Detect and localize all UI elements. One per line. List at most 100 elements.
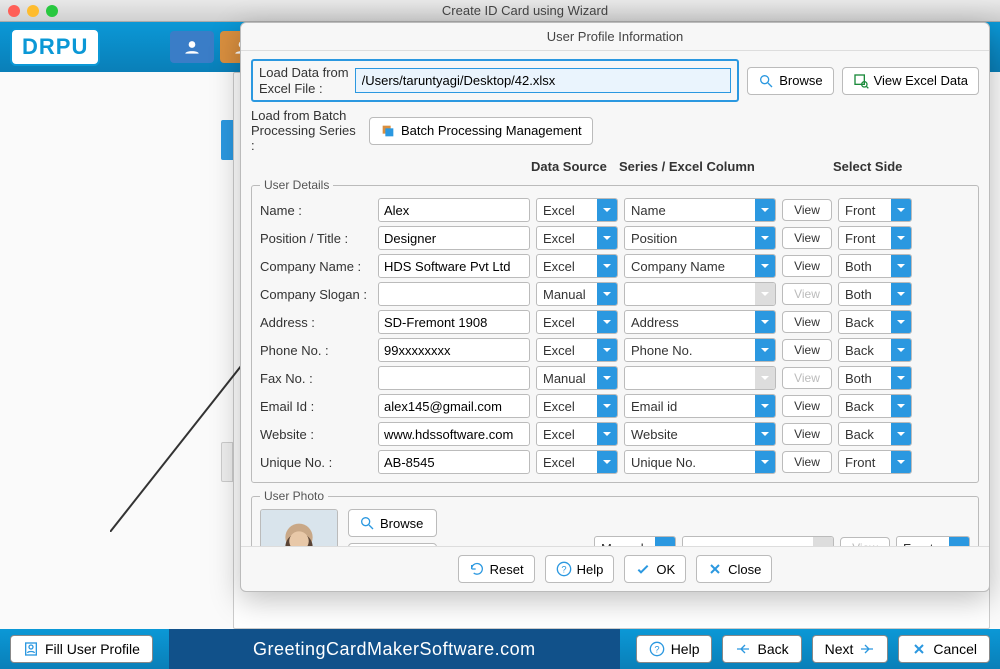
data-source-select[interactable]: Excel bbox=[536, 338, 618, 362]
chevron-down-icon bbox=[891, 395, 911, 417]
reset-button[interactable]: Reset bbox=[458, 555, 535, 583]
chevron-down-icon bbox=[755, 339, 775, 361]
profile-form-icon bbox=[23, 641, 39, 657]
side-tab-active[interactable] bbox=[221, 120, 233, 160]
chevron-down-icon bbox=[597, 311, 617, 333]
field-value-input[interactable] bbox=[378, 254, 530, 278]
side-select[interactable]: Back bbox=[838, 310, 912, 334]
field-value-input[interactable] bbox=[378, 338, 530, 362]
ok-button[interactable]: OK bbox=[624, 555, 686, 583]
chevron-down-icon bbox=[891, 255, 911, 277]
batch-icon bbox=[380, 123, 396, 139]
arrow-left-icon bbox=[735, 641, 751, 657]
series-column-select[interactable]: Email id bbox=[624, 394, 776, 418]
field-value-input[interactable] bbox=[378, 198, 530, 222]
wizard-help-button[interactable]: ?Help bbox=[636, 635, 713, 663]
view-button[interactable]: View bbox=[782, 395, 832, 417]
series-column-select[interactable]: Company Name bbox=[624, 254, 776, 278]
excel-path-input[interactable] bbox=[355, 68, 732, 93]
browse-excel-button[interactable]: Browse bbox=[747, 67, 833, 95]
field-row: Fax No. : Manual View Both bbox=[260, 366, 970, 390]
series-column-select[interactable]: Address bbox=[624, 310, 776, 334]
arrow-right-icon bbox=[859, 641, 875, 657]
side-select[interactable]: Front bbox=[838, 450, 912, 474]
modal-footer: Reset ?Help OK Close bbox=[241, 546, 989, 591]
window-title: Create ID Card using Wizard bbox=[58, 3, 992, 18]
series-column-select[interactable]: Name bbox=[624, 198, 776, 222]
data-source-select[interactable]: Excel bbox=[536, 394, 618, 418]
chevron-down-icon bbox=[755, 395, 775, 417]
data-source-select[interactable]: Manual bbox=[536, 366, 618, 390]
field-value-input[interactable] bbox=[378, 282, 530, 306]
view-button: View bbox=[782, 367, 832, 389]
wizard-back-button[interactable]: Back bbox=[722, 635, 801, 663]
view-button[interactable]: View bbox=[782, 227, 832, 249]
field-label: Name : bbox=[260, 203, 372, 218]
chevron-down-icon bbox=[597, 283, 617, 305]
wizard-next-button[interactable]: Next bbox=[812, 635, 889, 663]
side-select[interactable]: Front bbox=[838, 198, 912, 222]
column-headers: Data Source Series / Excel Column Select… bbox=[251, 159, 979, 174]
chevron-down-icon bbox=[597, 395, 617, 417]
field-value-input[interactable] bbox=[378, 366, 530, 390]
field-value-input[interactable] bbox=[378, 422, 530, 446]
field-row: Position / Title : Excel Position View F… bbox=[260, 226, 970, 250]
side-tab[interactable] bbox=[221, 442, 233, 482]
load-excel-label: Load Data from Excel File : bbox=[259, 65, 349, 96]
photo-side-select[interactable]: Front bbox=[896, 536, 970, 546]
photo-view-button: View bbox=[840, 537, 890, 546]
help-icon: ? bbox=[556, 561, 572, 577]
series-column-select[interactable]: Website bbox=[624, 422, 776, 446]
data-source-select[interactable]: Excel bbox=[536, 198, 618, 222]
field-value-input[interactable] bbox=[378, 310, 530, 334]
series-column-select[interactable]: Position bbox=[624, 226, 776, 250]
maximize-window-icon[interactable] bbox=[46, 5, 58, 17]
fill-user-profile-button[interactable]: Fill User Profile bbox=[10, 635, 153, 663]
view-button[interactable]: View bbox=[782, 199, 832, 221]
side-select[interactable]: Back bbox=[838, 338, 912, 362]
view-button[interactable]: View bbox=[782, 311, 832, 333]
view-button[interactable]: View bbox=[782, 339, 832, 361]
photo-data-source-select[interactable]: Manual bbox=[594, 536, 676, 546]
side-select[interactable]: Both bbox=[838, 366, 912, 390]
field-value-input[interactable] bbox=[378, 450, 530, 474]
series-column-select bbox=[624, 282, 776, 306]
field-value-input[interactable] bbox=[378, 226, 530, 250]
side-select[interactable]: Front bbox=[838, 226, 912, 250]
view-button[interactable]: View bbox=[782, 255, 832, 277]
user-details-fieldset: User Details Name : Excel Name View Fron… bbox=[251, 178, 979, 483]
close-icon bbox=[707, 561, 723, 577]
data-source-select[interactable]: Excel bbox=[536, 254, 618, 278]
side-select[interactable]: Both bbox=[838, 282, 912, 306]
data-source-select[interactable]: Excel bbox=[536, 422, 618, 446]
close-button[interactable]: Close bbox=[696, 555, 772, 583]
close-icon bbox=[911, 641, 927, 657]
side-select[interactable]: Both bbox=[838, 254, 912, 278]
photo-browse-button[interactable]: Browse bbox=[348, 509, 437, 537]
view-excel-data-button[interactable]: View Excel Data bbox=[842, 67, 979, 95]
side-select[interactable]: Back bbox=[838, 394, 912, 418]
batch-processing-button[interactable]: Batch Processing Management bbox=[369, 117, 593, 145]
minimize-window-icon[interactable] bbox=[27, 5, 39, 17]
field-value-input[interactable] bbox=[378, 394, 530, 418]
search-icon bbox=[758, 73, 774, 89]
wizard-cancel-button[interactable]: Cancel bbox=[898, 635, 990, 663]
side-select[interactable]: Back bbox=[838, 422, 912, 446]
series-column-select[interactable]: Phone No. bbox=[624, 338, 776, 362]
view-button[interactable]: View bbox=[782, 451, 832, 473]
data-source-select[interactable]: Manual bbox=[536, 282, 618, 306]
data-source-select[interactable]: Excel bbox=[536, 310, 618, 334]
chevron-down-icon bbox=[891, 283, 911, 305]
help-button[interactable]: ?Help bbox=[545, 555, 615, 583]
view-button[interactable]: View bbox=[782, 423, 832, 445]
user-photo-fieldset: User Photo Browse Camera bbox=[251, 489, 979, 546]
chevron-down-icon bbox=[597, 367, 617, 389]
view-button: View bbox=[782, 283, 832, 305]
data-source-select[interactable]: Excel bbox=[536, 226, 618, 250]
data-source-select[interactable]: Excel bbox=[536, 450, 618, 474]
chevron-down-icon bbox=[597, 227, 617, 249]
series-column-select[interactable]: Unique No. bbox=[624, 450, 776, 474]
field-label: Phone No. : bbox=[260, 343, 372, 358]
chevron-down-icon bbox=[755, 283, 775, 305]
close-window-icon[interactable] bbox=[8, 5, 20, 17]
